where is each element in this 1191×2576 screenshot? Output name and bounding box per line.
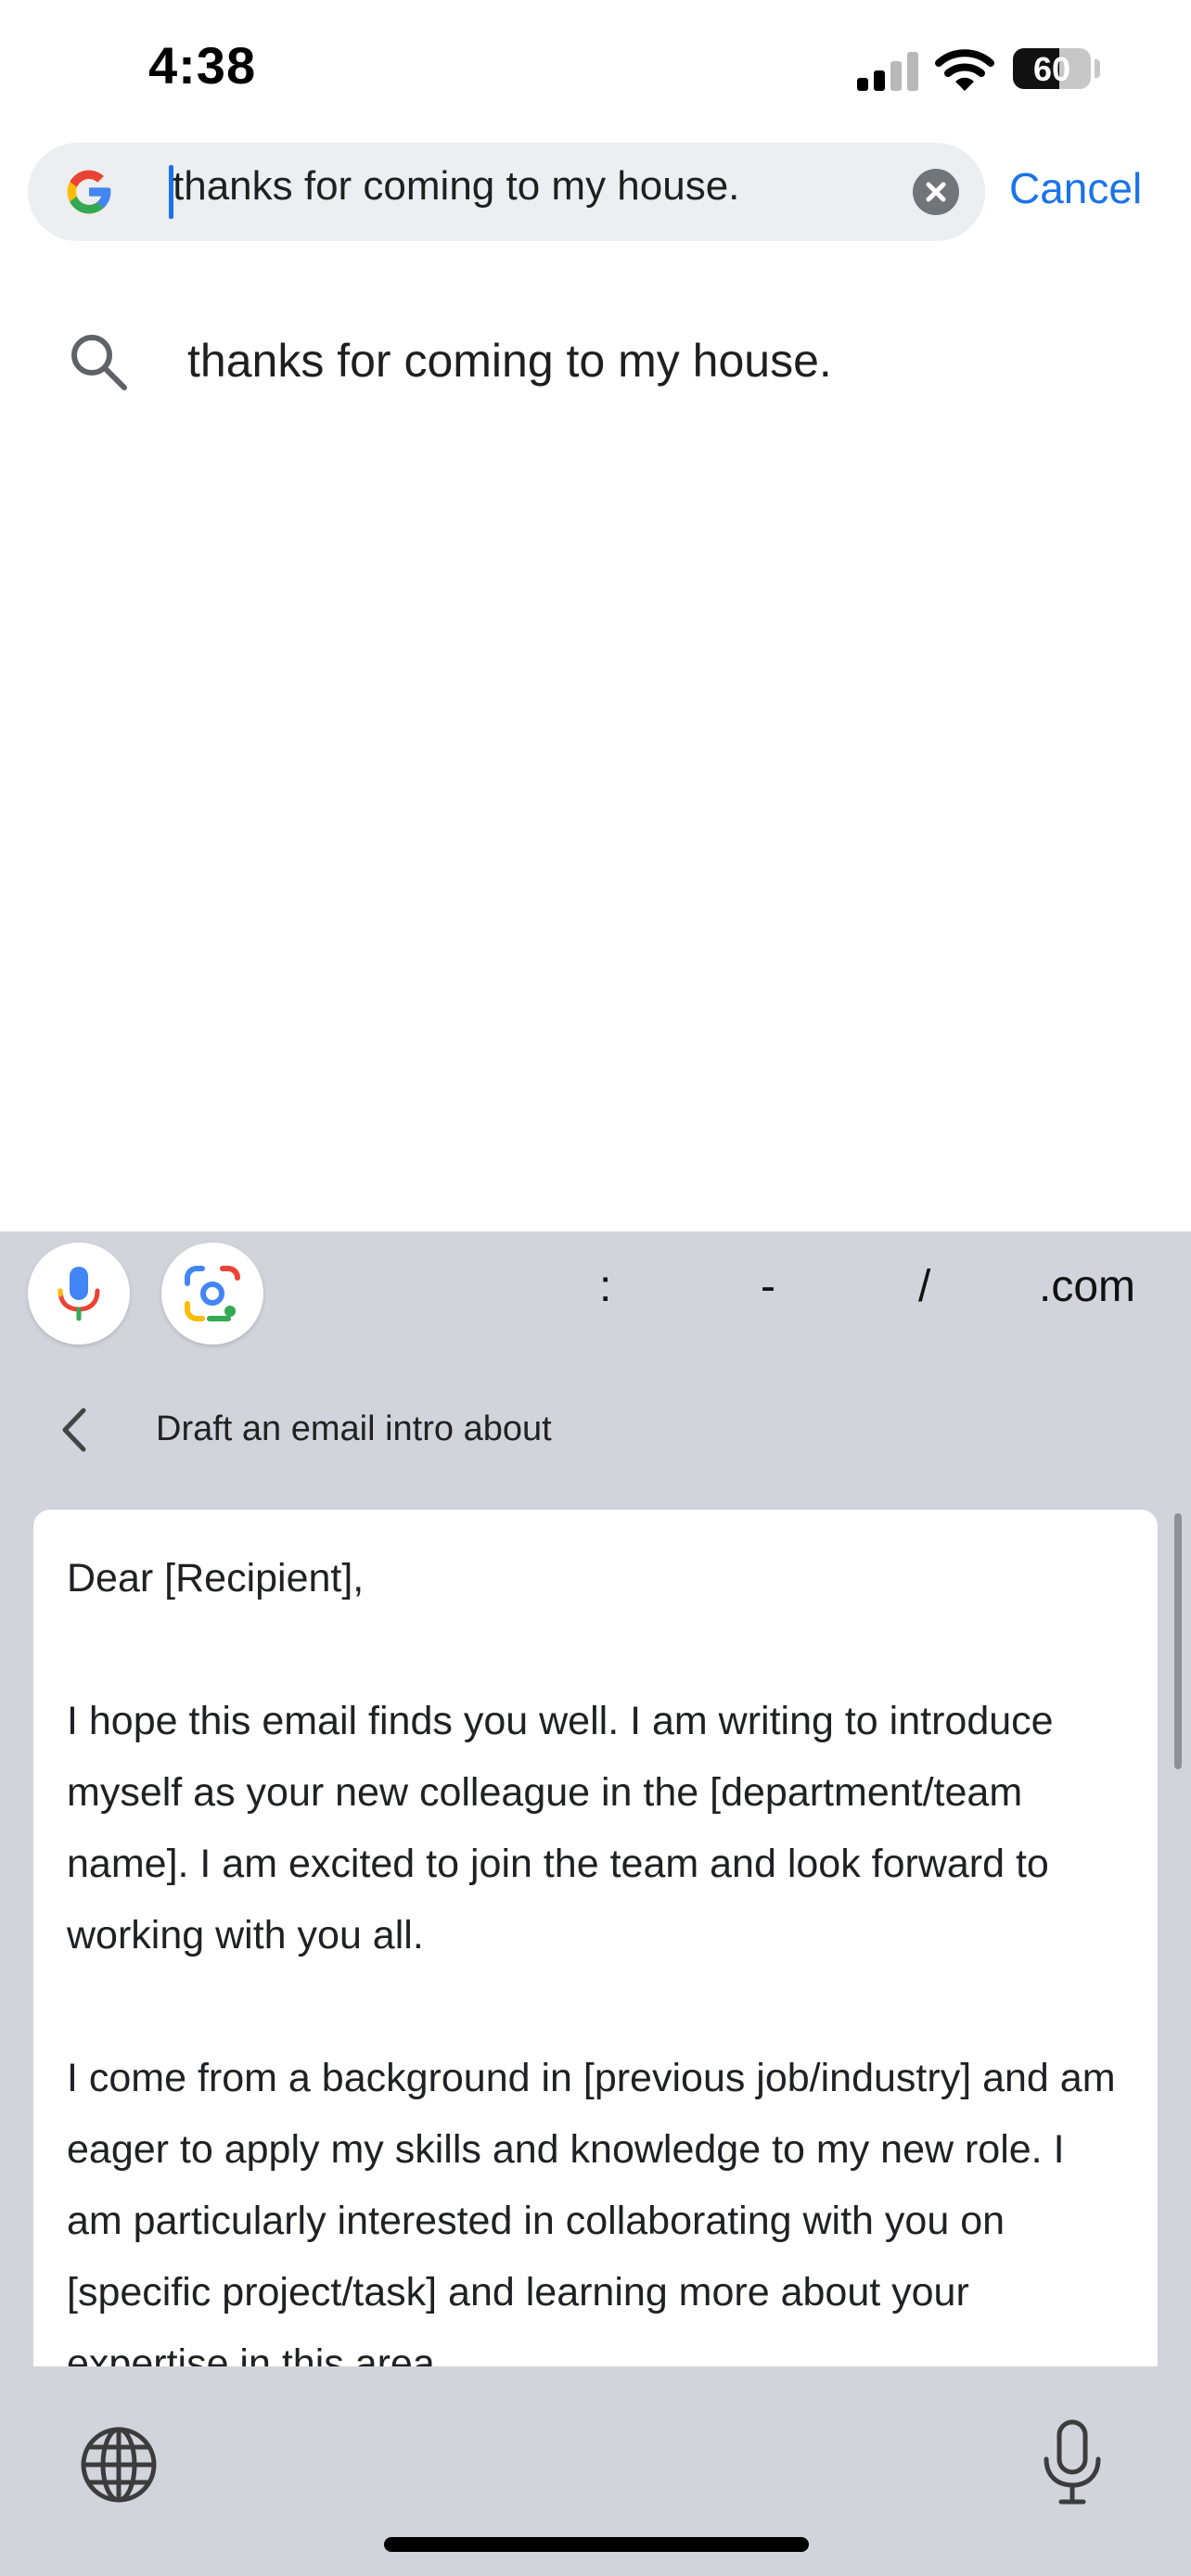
dictation-microphone-icon[interactable] bbox=[1039, 2418, 1106, 2507]
scrollbar[interactable] bbox=[1174, 1513, 1182, 1769]
google-lens-icon bbox=[185, 1266, 240, 1321]
cancel-button[interactable]: Cancel bbox=[1009, 163, 1142, 213]
cellular-signal-icon bbox=[857, 52, 918, 91]
battery-icon: 60 bbox=[1013, 48, 1091, 89]
back-chevron-icon[interactable] bbox=[56, 1405, 93, 1455]
battery-level: 60 bbox=[1032, 50, 1071, 88]
globe-icon[interactable] bbox=[78, 2424, 160, 2506]
search-bar[interactable]: thanks for coming to my house. bbox=[28, 143, 985, 241]
quick-key-colon[interactable]: : bbox=[599, 1261, 611, 1312]
draft-title: Draft an email intro about bbox=[156, 1409, 552, 1448]
close-icon bbox=[926, 182, 946, 202]
home-indicator bbox=[384, 2537, 809, 2552]
clear-search-button[interactable] bbox=[913, 169, 959, 215]
search-icon bbox=[71, 335, 127, 390]
suggestion-text: thanks for coming to my house. bbox=[187, 335, 832, 387]
draft-paragraph: I hope this email finds you well. I am w… bbox=[67, 1699, 1054, 1958]
voice-search-button[interactable] bbox=[28, 1243, 130, 1345]
status-time: 4:38 bbox=[148, 36, 257, 95]
suggestion-row[interactable]: thanks for coming to my house. bbox=[0, 306, 1191, 417]
battery-cap bbox=[1095, 59, 1100, 78]
screen: 4:38 60 thanks for coming to my house. C… bbox=[0, 0, 1191, 2576]
quick-key-dash[interactable]: - bbox=[761, 1261, 775, 1312]
quick-key-slash[interactable]: / bbox=[918, 1261, 930, 1312]
draft-text: Dear [Recipient], I hope this email find… bbox=[67, 1543, 1121, 2366]
wifi-icon bbox=[935, 49, 994, 91]
google-lens-button[interactable] bbox=[161, 1243, 263, 1345]
search-input[interactable]: thanks for coming to my house. bbox=[173, 163, 739, 210]
quick-key-dotcom[interactable]: .com bbox=[1039, 1261, 1135, 1312]
draft-card[interactable]: Dear [Recipient], I hope this email find… bbox=[33, 1510, 1158, 2366]
google-g-logo bbox=[67, 170, 111, 214]
draft-paragraph: Dear [Recipient], bbox=[67, 1556, 365, 1600]
microphone-icon bbox=[58, 1267, 100, 1321]
draft-paragraph: I come from a background in [previous jo… bbox=[67, 2056, 1116, 2366]
